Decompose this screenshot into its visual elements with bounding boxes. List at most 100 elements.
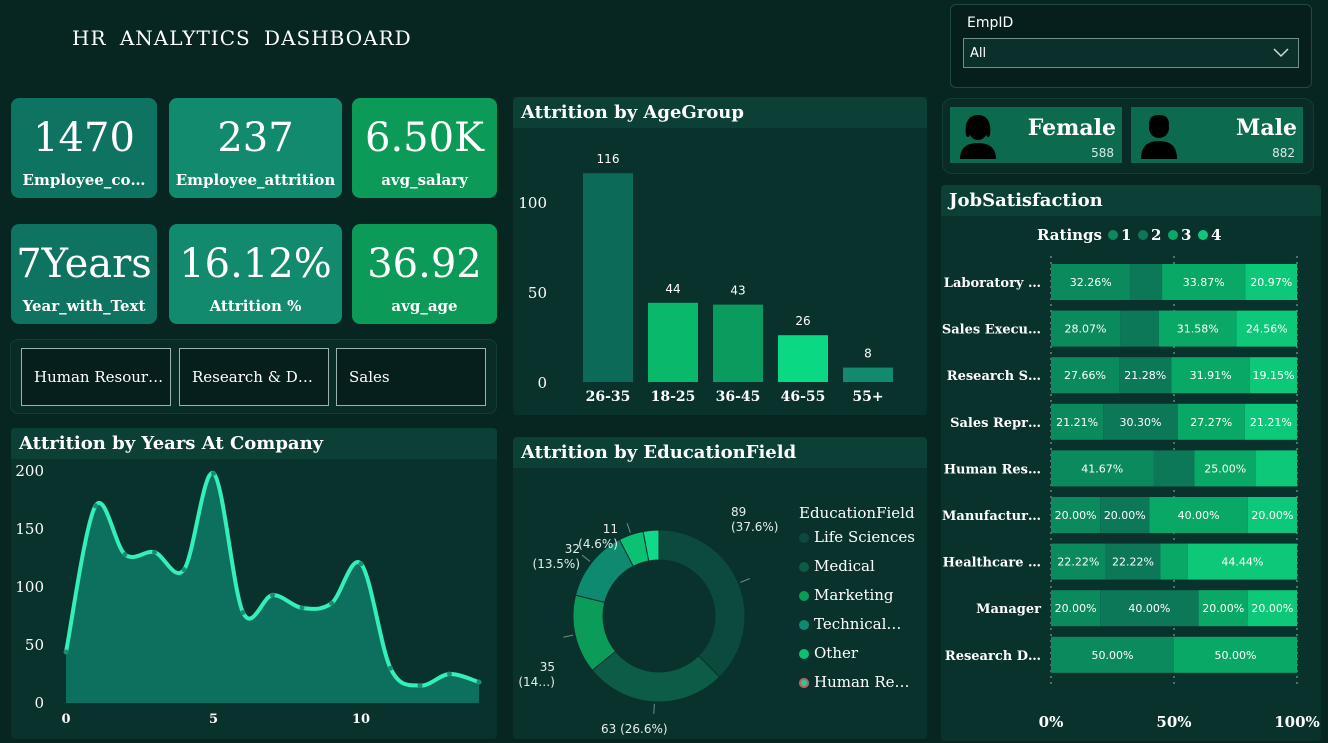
years-at-company-chart: 0 50 100 150 200 0 5 10 [15, 462, 482, 727]
bar [583, 173, 633, 382]
data-point [240, 610, 246, 616]
empid-dropdown[interactable]: All [963, 38, 1299, 68]
slice-label: (4.6%) [578, 537, 618, 551]
male-card: Male 882 [1131, 107, 1303, 163]
legend-dot-icon [799, 562, 809, 572]
years-at-company-panel: Attrition by Years At Company 0 50 100 150 2… [11, 428, 497, 739]
dashboard-title: HR ANALYTICS DASHBOARD [72, 26, 412, 50]
segment-label: 22.22% [1112, 556, 1154, 569]
legend-item[interactable]: Medical [799, 557, 875, 575]
department-button-hr[interactable]: Human Resour… [21, 348, 171, 406]
segment-label: 21.28% [1124, 369, 1166, 382]
data-point [417, 683, 423, 689]
data-point [122, 552, 128, 558]
leader-line [740, 578, 750, 583]
gender-label: Male [1236, 115, 1297, 141]
kpi-avg-salary: 6.50K avg_salary [352, 98, 497, 198]
kpi-label: avg_salary [381, 171, 468, 189]
legend-item[interactable]: Human Re… [799, 673, 910, 691]
legend-label: Marketing [814, 586, 894, 604]
kpi-avg-age: 36.92 avg_age [352, 224, 497, 324]
bar-segment [1160, 543, 1188, 580]
job-satisfaction-panel: JobSatisfaction Ratings 1 2 3 4 Laboratory … 3… [941, 185, 1321, 741]
row-label: Sales Execu… [942, 323, 1041, 338]
row-label: Laboratory … [944, 276, 1041, 291]
department-button-sales[interactable]: Sales [336, 348, 486, 406]
segment-label: 20.00% [1055, 509, 1097, 522]
department-button-rd[interactable]: Research & D… [179, 348, 329, 406]
segment-label: 22.22% [1057, 556, 1099, 569]
education-donut-chart: 89(37.6%)63 (26.6%)35(14…)32(13.5%)11(4.… [518, 505, 778, 736]
segment-label: 30.30% [1119, 416, 1161, 429]
legend-item[interactable]: Life Sciences [799, 528, 915, 546]
male-avatar-icon [1141, 115, 1177, 159]
legend-label: 4 [1211, 226, 1221, 244]
segment-label: 40.00% [1178, 509, 1220, 522]
gender-count: 882 [1272, 146, 1295, 160]
data-point [358, 561, 364, 567]
y-tick-label: 150 [15, 520, 44, 538]
x-tick-label: 36-45 [716, 389, 761, 405]
donut-slice [658, 529, 746, 678]
row-label: Research D… [945, 649, 1041, 664]
legend-label: Human Re… [814, 673, 910, 691]
legend-label: Technical… [814, 615, 902, 633]
panel-title: Attrition by AgeGroup [521, 102, 744, 123]
legend-label: 2 [1151, 226, 1161, 244]
row-label: Research S… [947, 369, 1041, 384]
kpi-value: 237 [217, 115, 294, 161]
legend-dot-icon [799, 533, 809, 543]
bar-segment [1130, 264, 1163, 300]
female-avatar-icon [960, 115, 996, 159]
donut-slice [591, 650, 721, 703]
slice-label: 89 [731, 505, 746, 519]
legend-dot-icon [1138, 230, 1148, 240]
gender-label: Female [1027, 115, 1116, 141]
x-tick-label: 0% [1039, 713, 1064, 731]
bar [843, 367, 893, 382]
female-card: Female 588 [950, 107, 1122, 163]
y-tick-label: 0 [34, 694, 44, 712]
segment-label: 28.07% [1065, 323, 1107, 336]
area-fill [66, 472, 479, 703]
segment-label: 21.21% [1056, 416, 1098, 429]
segment-label: 20.00% [1251, 509, 1293, 522]
legend-item[interactable]: Technical… [799, 615, 901, 633]
y-tick-label: 50 [528, 284, 547, 302]
kpi-label: Year_with_Text [22, 297, 146, 315]
bar-value-label: 43 [730, 284, 745, 298]
kpi-years-with-text: 7Years Year_with_Text [11, 224, 157, 324]
legend-item[interactable]: Marketing [799, 586, 894, 604]
kpi-attrition-percent: 16.12% Attrition % [169, 224, 342, 324]
department-label: Sales [349, 368, 390, 386]
bar [778, 335, 828, 382]
kpi-label: Employee_attrition [175, 171, 336, 189]
kpi-label: avg_age [391, 297, 458, 315]
legend-dot-icon [799, 591, 809, 601]
bar [648, 302, 698, 382]
gender-panel: Female 588 Male 882 [942, 98, 1314, 174]
bar-value-label: 26 [795, 314, 810, 328]
slice-label: 35 [540, 660, 555, 674]
y-tick-label: 100 [15, 578, 44, 596]
y-tick-label: 50 [25, 636, 44, 654]
segment-label: 20.00% [1251, 602, 1293, 615]
legend-label: Other [814, 644, 859, 662]
gender-count: 588 [1091, 146, 1114, 160]
department-label: Research & D… [192, 368, 313, 386]
legend-item[interactable]: Other [799, 644, 858, 662]
legend-dot-icon [799, 678, 809, 688]
data-point [476, 679, 482, 685]
education-field-panel: Attrition by EducationField 89 (37.6%) 63 … [513, 437, 927, 739]
bar [713, 304, 763, 382]
data-point [329, 600, 334, 606]
legend-dot-icon [799, 649, 809, 659]
leader-line [581, 554, 591, 562]
data-point [63, 649, 69, 655]
bar-segment [1120, 310, 1159, 347]
kpi-value: 6.50K [365, 115, 484, 161]
row-label: Healthcare … [943, 556, 1041, 571]
x-tick-label: 26-35 [586, 389, 631, 405]
panel-title: Attrition by EducationField [521, 442, 797, 463]
data-point [152, 549, 157, 555]
